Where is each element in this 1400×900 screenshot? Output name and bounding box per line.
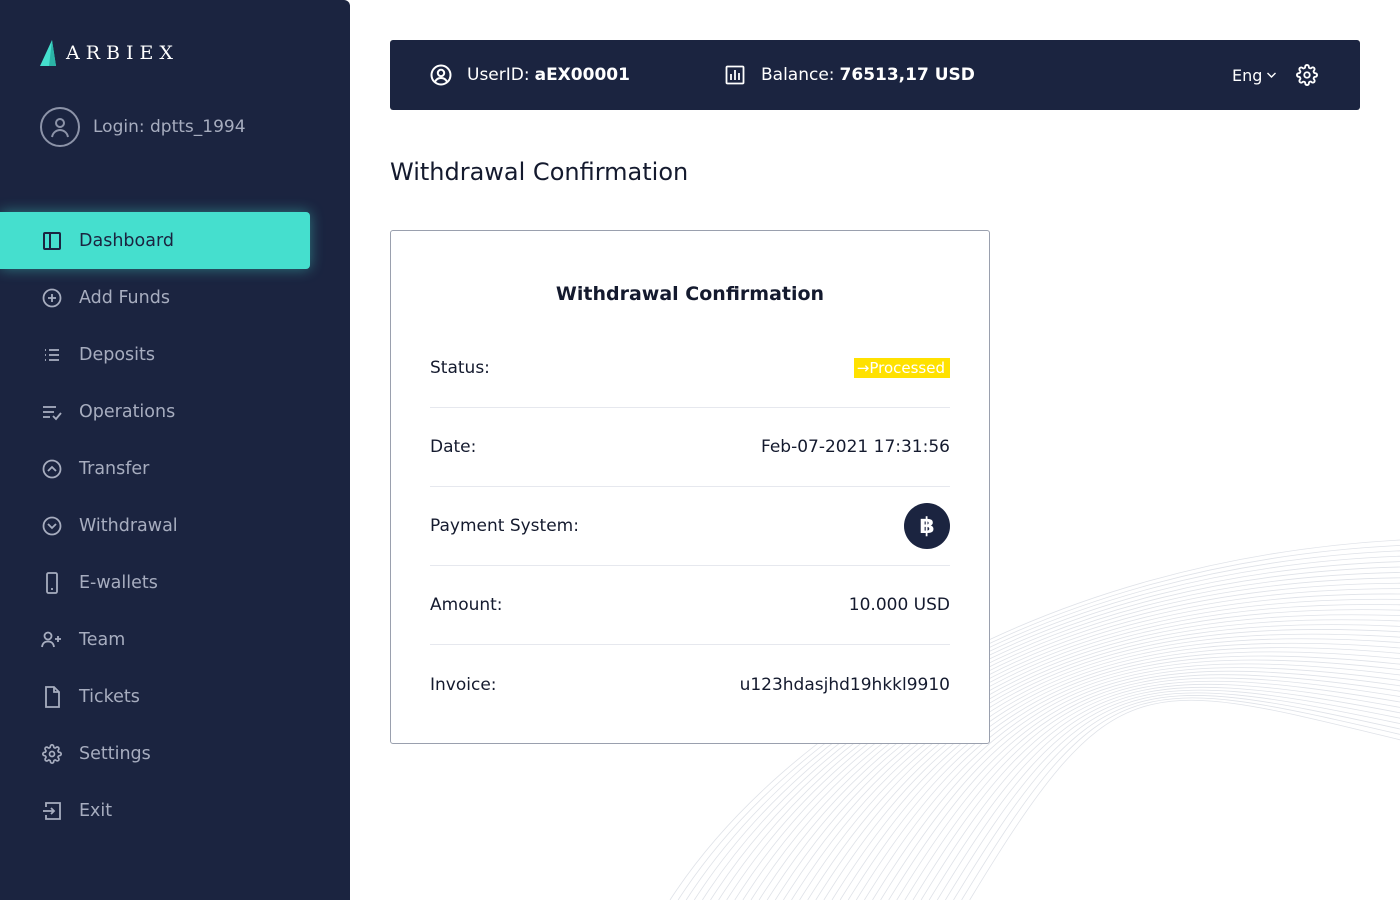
sidebar-item-label: Settings — [79, 743, 151, 764]
sidebar-nav: Dashboard Add Funds Deposits Operations … — [0, 212, 310, 839]
logo-mark-icon — [40, 40, 56, 66]
user-plus-icon — [41, 629, 63, 651]
sidebar-item-label: Team — [79, 629, 126, 650]
sidebar-item-team[interactable]: Team — [0, 611, 310, 668]
sidebar-item-e-wallets[interactable]: E-wallets — [0, 554, 310, 611]
status-row: Status: →Processed — [430, 329, 950, 408]
wave-line — [920, 683, 1400, 900]
card-title: Withdrawal Confirmation — [555, 283, 825, 305]
list-check-icon — [41, 401, 63, 423]
sidebar-item-add-funds[interactable]: Add Funds — [0, 269, 310, 326]
bitcoin-icon: ฿ — [904, 503, 950, 549]
top-bar: UserID: aEX00001 Balance: 76513,17 USD E… — [390, 40, 1360, 110]
sidebar-item-tickets[interactable]: Tickets — [0, 668, 310, 725]
status-label: Status: — [430, 358, 490, 378]
sidebar-item-label: Tickets — [79, 686, 140, 707]
invoice-label: Invoice: — [430, 674, 497, 695]
sidebar-item-label: Withdrawal — [79, 515, 178, 536]
date-value: Feb-07-2021 17:31:56 — [760, 437, 950, 457]
sidebar-item-label: Deposits — [79, 344, 156, 365]
sidebar-item-label: Transfer — [79, 458, 150, 479]
user-avatar-icon — [40, 107, 80, 147]
payment-system-label: Payment System: — [430, 516, 579, 536]
balance-value: 76513,17 USD — [839, 65, 975, 85]
invoice-value: u123hdasjhd19hkkl9910 — [739, 674, 950, 695]
language-selector[interactable]: Eng — [1232, 40, 1277, 110]
sidebar-item-transfer[interactable]: Transfer — [0, 440, 310, 497]
brand-logo[interactable]: ARBIEX — [40, 40, 179, 66]
chevron-up-circle-icon — [41, 458, 63, 480]
login-label: Login: dptts_1994 — [93, 117, 246, 137]
date-row: Date: Feb-07-2021 17:31:56 — [430, 408, 950, 487]
phone-icon — [41, 571, 63, 594]
sidebar-item-settings[interactable]: Settings — [0, 725, 310, 782]
chevron-down-icon — [1267, 72, 1277, 78]
wave-line — [945, 692, 1400, 900]
sidebar-item-label: Add Funds — [79, 287, 170, 308]
invoice-row: Invoice: u123hdasjhd19hkkl9910 — [430, 645, 950, 724]
user-id-value: aEX00001 — [534, 65, 630, 85]
user-id-display: UserID: aEX00001 — [430, 40, 630, 110]
wave-line — [953, 695, 1400, 900]
file-icon — [41, 685, 63, 708]
sidebar-item-label: Exit — [79, 800, 113, 821]
sidebar-item-exit[interactable]: Exit — [0, 782, 310, 839]
payment-system-row: Payment System: ฿ — [430, 487, 950, 566]
amount-label: Amount: — [430, 595, 503, 615]
page-title: Withdrawal Confirmation — [390, 158, 689, 186]
wave-line — [936, 689, 1400, 900]
list-icon — [41, 344, 63, 366]
chevron-down-circle-icon — [41, 515, 63, 537]
bar-chart-icon — [724, 64, 746, 86]
user-id-label: UserID: — [467, 65, 530, 85]
sidebar: ARBIEX Login: dptts_1994 Dashboard Add F… — [0, 0, 350, 900]
withdrawal-confirmation-card: Withdrawal Confirmation Status: →Process… — [390, 230, 990, 744]
plus-circle-icon — [41, 287, 63, 309]
gear-icon — [41, 743, 63, 765]
sidebar-item-label: E-wallets — [79, 572, 158, 593]
brand-name: ARBIEX — [66, 42, 179, 64]
exit-icon — [41, 800, 63, 822]
user-login: Login: dptts_1994 — [40, 107, 246, 147]
layout-icon — [41, 230, 63, 252]
date-label: Date: — [430, 437, 477, 457]
status-badge: →Processed — [853, 358, 950, 378]
sidebar-item-withdrawal[interactable]: Withdrawal — [0, 497, 310, 554]
sidebar-item-operations[interactable]: Operations — [0, 383, 310, 440]
sidebar-item-deposits[interactable]: Deposits — [0, 326, 310, 383]
sidebar-item-label: Operations — [79, 401, 176, 422]
settings-gear-icon[interactable] — [1296, 64, 1318, 86]
user-circle-icon — [430, 64, 452, 86]
balance-display: Balance: 76513,17 USD — [724, 40, 975, 110]
balance-label: Balance: — [761, 65, 835, 85]
language-value: Eng — [1232, 65, 1263, 85]
sidebar-item-dashboard[interactable]: Dashboard — [0, 212, 310, 269]
amount-row: Amount: 10.000 USD — [430, 566, 950, 645]
amount-value: 10.000 USD — [848, 595, 950, 615]
sidebar-item-label: Dashboard — [79, 230, 174, 251]
wave-line — [961, 697, 1400, 900]
